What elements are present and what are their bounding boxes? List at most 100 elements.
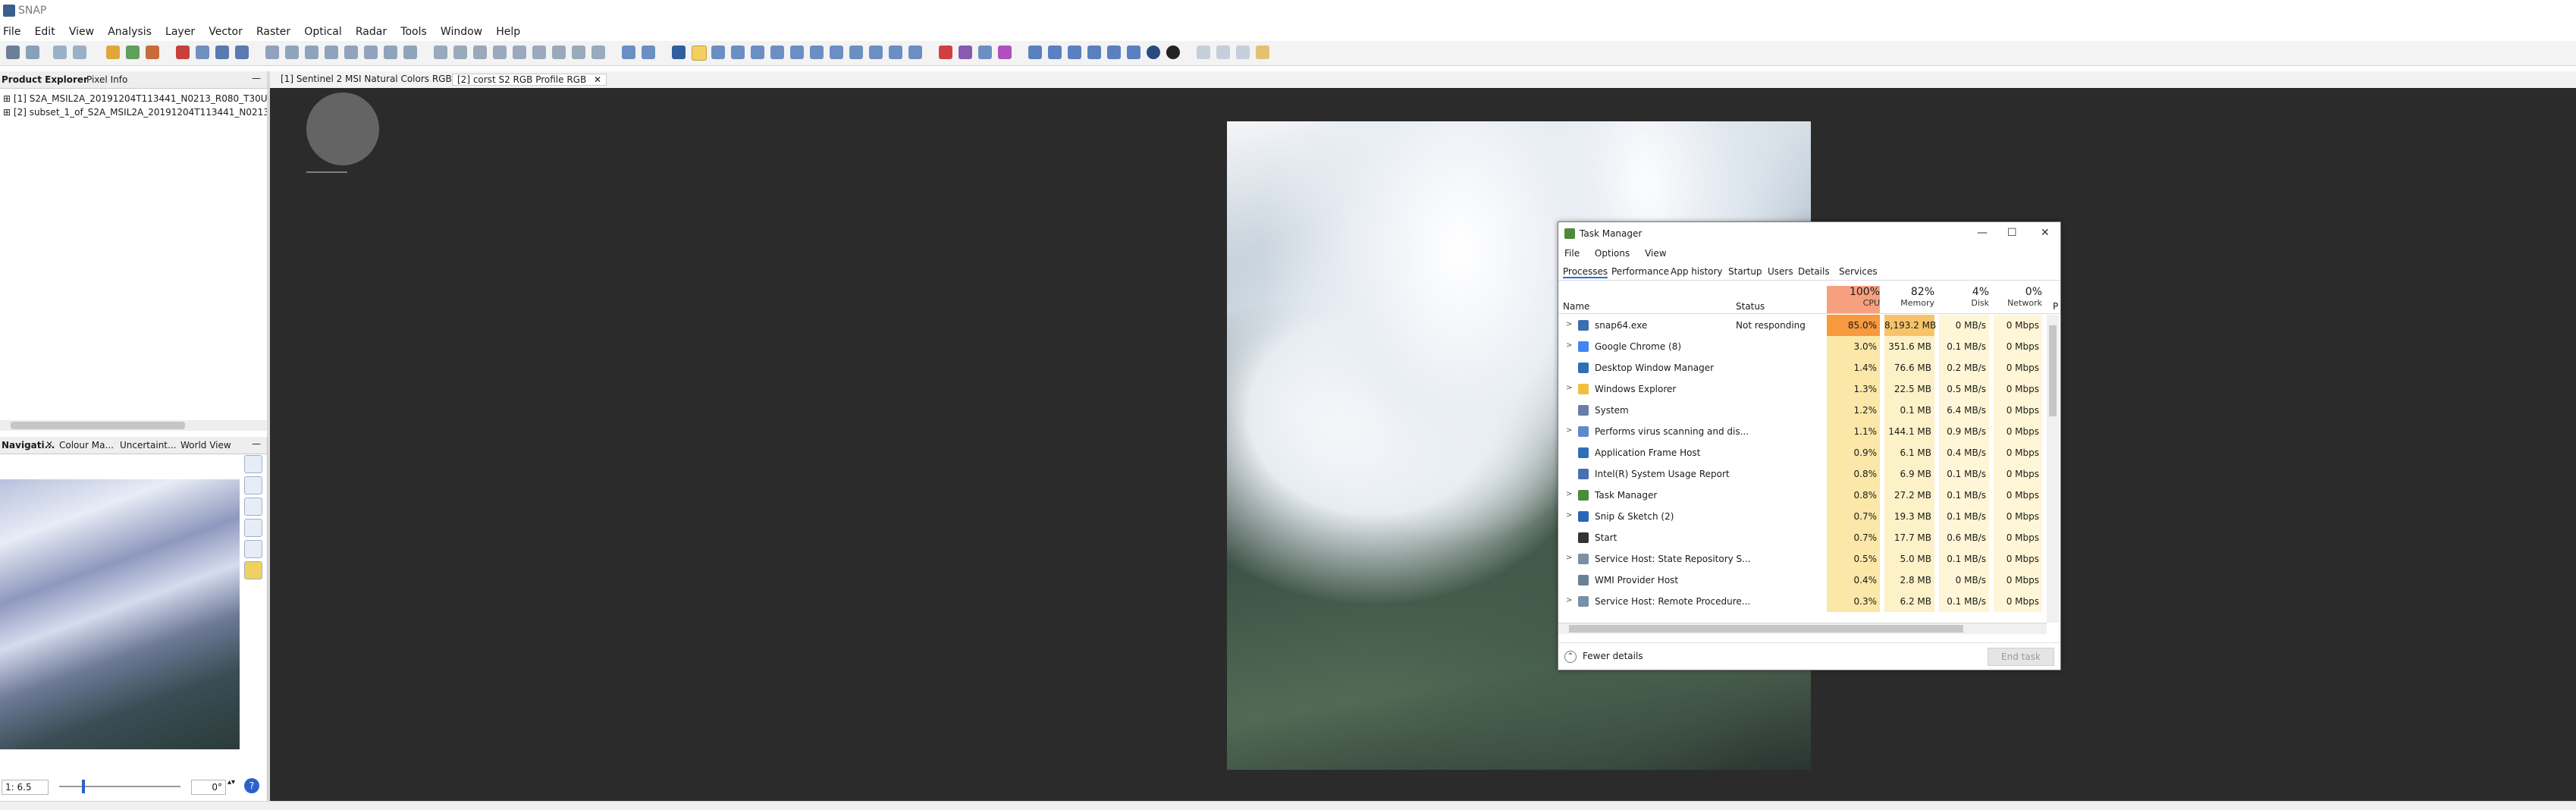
process-row[interactable]: > Snip & Sketch (2) 0.7% 19.3 MB 0.1 MB/s 0 M… (1558, 506, 2044, 527)
menu-optical[interactable]: Optical (304, 21, 341, 38)
tab-processes[interactable]: Processes (1563, 266, 1608, 278)
zoom-rect-icon[interactable] (622, 46, 635, 59)
column-network[interactable]: 0% Network (1994, 286, 2042, 313)
process-row[interactable]: System 1.2% 0.1 MB 6.4 MB/s 0 Mbps (1558, 400, 2044, 421)
tab-product-explorer[interactable]: Product Explorer (2, 74, 88, 85)
pin-manager-icon[interactable] (434, 46, 447, 59)
layer-editor-icon[interactable] (493, 46, 507, 59)
expand-row-icon[interactable]: > (1566, 426, 1572, 435)
expand-row-icon[interactable]: > (1566, 320, 1572, 328)
band-maths-icon[interactable] (106, 46, 120, 59)
statistics-icon[interactable] (265, 46, 279, 59)
menu-layer[interactable]: Layer (165, 21, 195, 38)
scrollbar-thumb[interactable] (11, 422, 185, 429)
menu-window[interactable]: Window (441, 21, 482, 38)
scatter-plot-icon[interactable] (215, 46, 229, 59)
expand-row-icon[interactable]: > (1566, 554, 1572, 562)
world-map-icon[interactable] (513, 46, 526, 59)
information-icon[interactable] (285, 46, 299, 59)
expand-row-icon[interactable]: > (1566, 490, 1572, 498)
minimize-icon[interactable]: — (252, 73, 261, 83)
column-power[interactable]: P (2053, 301, 2058, 312)
menu-radar[interactable]: Radar (356, 21, 387, 38)
process-row[interactable]: > snap64.exe Not responding 85.0% 8,193.2 MB… (1558, 315, 2044, 336)
process-row[interactable]: Intel(R) System Usage Report 0.8% 6.9 MB 0.… (1558, 463, 2044, 485)
terrain-icon[interactable] (1107, 46, 1121, 59)
undo-icon[interactable] (53, 46, 67, 59)
expand-icon[interactable]: ⊞ (3, 93, 11, 104)
process-row[interactable]: Application Frame Host 0.9% 6.1 MB 0.4 MB/s… (1558, 442, 2044, 463)
expand-row-icon[interactable]: > (1566, 511, 1572, 520)
ellipse-tool-icon[interactable] (869, 46, 883, 59)
sentinel-3-icon[interactable] (978, 46, 992, 59)
process-row[interactable]: WMI Provider Host 0.4% 2.8 MB 0 MB/s 0 Mbps (1558, 570, 2044, 591)
process-row[interactable]: > Service Host: State Repository S... 0.5%… (1558, 548, 2044, 570)
zoom-factor-field[interactable]: 1: 6.5 (2, 780, 49, 795)
spectrum-icon[interactable] (325, 46, 338, 59)
process-row[interactable]: > Service Host: Remote Procedure... 0.3% 6.… (1558, 591, 2044, 612)
close-tab-icon[interactable]: ✕ (594, 74, 601, 85)
tab-performance[interactable]: Performance (1611, 266, 1669, 277)
tree-item-product-2[interactable]: ⊞ [2] subset_1_of_S2A_MSIL2A_20191204T11… (0, 105, 267, 119)
zoom-tool-icon[interactable] (711, 46, 725, 59)
zoom-slider-thumb[interactable] (82, 780, 85, 793)
tile-horizontal-icon[interactable] (1197, 46, 1210, 59)
process-row[interactable]: > Task Manager 0.8% 27.2 MB 0.1 MB/s 0 Mbps (1558, 485, 2044, 506)
layer-manager-icon[interactable] (384, 46, 397, 59)
polygon-tool-icon[interactable] (849, 46, 863, 59)
range-finder-icon[interactable] (770, 46, 784, 59)
expand-row-icon[interactable]: > (1566, 341, 1572, 350)
menu-options[interactable]: Options (1595, 248, 1630, 259)
tab-app-history[interactable]: App history (1671, 266, 1723, 277)
batch-icon[interactable] (196, 46, 209, 59)
tree-item-product-1[interactable]: ⊞ [1] S2A_MSIL2A_20191204T113441_N0213_R… (0, 92, 267, 105)
maximize-icon[interactable]: ☐ (2007, 227, 2017, 239)
end-task-button[interactable]: End task (1988, 648, 2054, 666)
zoom-out-icon[interactable] (244, 476, 262, 494)
sentinel-1-icon[interactable] (939, 46, 952, 59)
tile-evenly-icon[interactable] (1236, 46, 1250, 59)
menu-raster[interactable]: Raster (256, 21, 290, 38)
open-product-icon[interactable] (6, 46, 20, 59)
sentinel-2-icon[interactable] (959, 46, 972, 59)
sync-views-icon[interactable] (552, 46, 566, 59)
tab-services[interactable]: Services (1839, 266, 1878, 277)
menu-file[interactable]: File (1564, 248, 1580, 259)
zoom-pixel-icon[interactable] (244, 498, 262, 516)
scrollbar-thumb[interactable] (1569, 625, 1963, 633)
radar-tool-icon[interactable] (1028, 46, 1042, 59)
rotation-field[interactable]: 0° (191, 780, 226, 795)
zoom-in-icon[interactable] (244, 455, 262, 473)
zoom-all-icon[interactable] (244, 519, 262, 537)
navigation-overview-image[interactable] (0, 479, 240, 749)
rectangle-tool-icon[interactable] (830, 46, 843, 59)
pin-tool-icon[interactable] (731, 46, 745, 59)
menu-file[interactable]: File (3, 21, 20, 38)
save-icon[interactable] (26, 46, 39, 59)
process-row[interactable]: Desktop Window Manager 1.4% 76.6 MB 0.2 MB/… (1558, 357, 2044, 378)
close-tab-icon[interactable]: ✕ (45, 439, 53, 450)
process-row[interactable]: Start 0.7% 17.7 MB 0.6 MB/s 0 Mbps (1558, 527, 2044, 548)
chevron-up-icon[interactable]: ⌃ (1564, 651, 1577, 663)
sum-icon[interactable] (403, 46, 417, 59)
process-row[interactable]: > Google Chrome (8) 3.0% 351.6 MB 0.1 MB/s 0 … (1558, 336, 2044, 357)
tab-rgb-profile[interactable]: [2] corst S2 RGB Profile RGB ✕ (452, 74, 607, 86)
vertical-scrollbar[interactable] (2047, 315, 2059, 623)
column-cpu[interactable]: 100% CPU (1827, 286, 1880, 313)
zoom-slider[interactable] (59, 786, 180, 787)
help-icon[interactable]: ? (244, 778, 259, 793)
sync-cursor-icon[interactable] (572, 46, 585, 59)
tab-details[interactable]: Details (1798, 266, 1830, 277)
menu-tools[interactable]: Tools (400, 21, 427, 38)
horizontal-scrollbar[interactable] (0, 420, 267, 431)
histogram-icon[interactable] (146, 46, 159, 59)
column-status[interactable]: Status (1736, 301, 1765, 312)
metadata-icon[interactable] (305, 46, 318, 59)
smos-icon[interactable] (998, 46, 1012, 59)
tab-world-view[interactable]: World View (180, 440, 231, 451)
minimize-icon[interactable]: — (1977, 227, 1988, 239)
close-icon[interactable]: ✕ (2041, 227, 2050, 239)
sync-cursor-icon[interactable] (244, 561, 262, 579)
column-memory[interactable]: 82% Memory (1884, 286, 1934, 313)
pan-tool-icon[interactable] (692, 46, 707, 61)
